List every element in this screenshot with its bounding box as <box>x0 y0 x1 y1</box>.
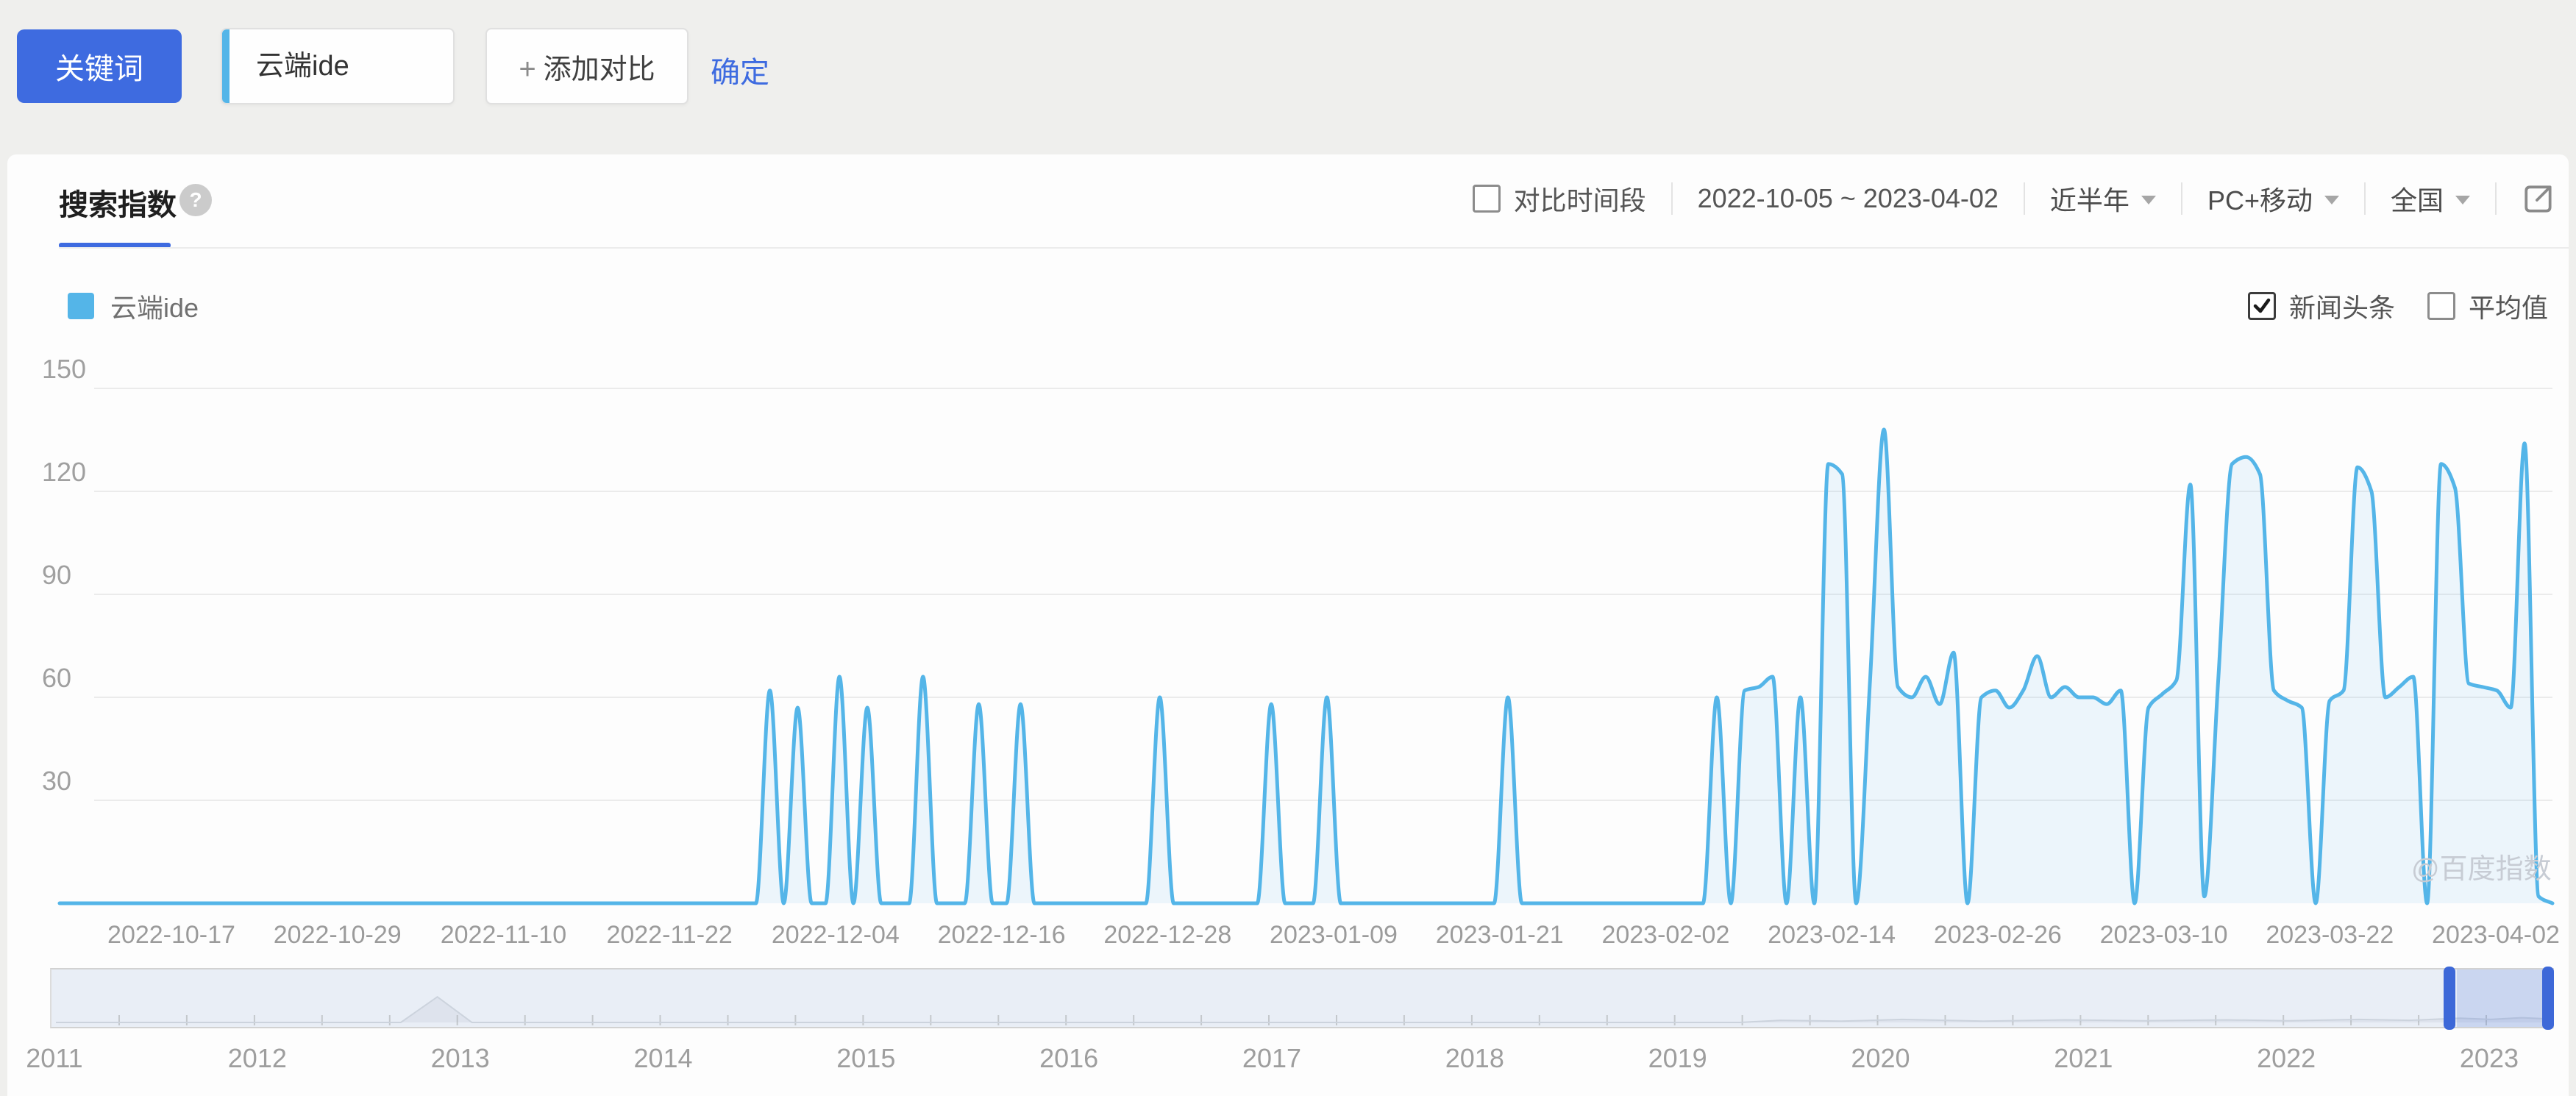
watermark: @百度指数 <box>2411 846 2552 886</box>
year-label: 2020 <box>1821 1043 1939 1074</box>
separator <box>2181 182 2182 215</box>
year-label: 2022 <box>2227 1043 2345 1074</box>
timeline-years: 2011201220132014201520162017201820192020… <box>7 1043 2569 1075</box>
year-label: 2023 <box>2430 1043 2548 1074</box>
keyword-input-value: 云端ide <box>256 29 349 103</box>
x-axis-label: 2023-03-10 <box>2100 921 2228 949</box>
period-dropdown-value: 近半年 <box>2050 179 2130 218</box>
x-axis-label: 2022-10-29 <box>274 921 402 949</box>
date-range[interactable]: 2022-10-05 ~ 2023-04-02 <box>1698 183 1999 214</box>
overlay-toggles: 新闻头条 平均值 <box>2248 287 2548 325</box>
add-compare-label: 添加对比 <box>544 54 655 85</box>
separator <box>2024 182 2025 215</box>
region-dropdown-value: 全国 <box>2391 179 2444 218</box>
keyword-input[interactable]: 云端ide <box>221 28 455 104</box>
plus-icon: + <box>519 53 536 85</box>
chevron-down-icon <box>2141 196 2156 204</box>
x-axis-label: 2023-01-09 <box>1270 921 1398 949</box>
average-checkbox[interactable]: 平均值 <box>2427 287 2548 325</box>
x-axis-label: 2022-11-22 <box>606 921 732 949</box>
chevron-down-icon <box>2455 196 2470 204</box>
platform-dropdown[interactable]: PC+移动 <box>2207 179 2339 218</box>
timeline-mini-chart <box>51 969 2552 1027</box>
y-axis-label: 30 <box>42 766 71 796</box>
year-label: 2018 <box>1416 1043 1534 1074</box>
checkbox-unchecked-icon <box>2427 292 2455 320</box>
x-axis-label: 2023-02-14 <box>1768 921 1896 949</box>
checkbox-checked-icon <box>2248 292 2276 320</box>
year-label: 2016 <box>1010 1043 1128 1074</box>
legend-swatch <box>68 293 94 319</box>
brush-handle-right[interactable] <box>2542 967 2554 1030</box>
year-label: 2015 <box>807 1043 925 1074</box>
year-label: 2013 <box>402 1043 519 1074</box>
y-axis-label: 150 <box>42 354 86 384</box>
year-label: 2021 <box>2024 1043 2142 1074</box>
x-axis-label: 2023-02-02 <box>1601 921 1729 949</box>
x-axis-label: 2022-12-28 <box>1103 921 1231 949</box>
x-axis-label: 2023-01-21 <box>1436 921 1564 949</box>
brush-sparkline-area <box>56 997 2552 1022</box>
timeline-brush[interactable] <box>50 968 2554 1028</box>
chart-controls: 对比时间段 2022-10-05 ~ 2023-04-02 近半年 PC+移动 … <box>1473 179 2555 218</box>
separator <box>2495 182 2497 215</box>
news-headlines-checkbox[interactable]: 新闻头条 <box>2248 287 2395 325</box>
year-label: 2017 <box>1213 1043 1331 1074</box>
x-axis-label: 2022-12-04 <box>772 921 900 949</box>
brush-handle-left[interactable] <box>2444 967 2455 1030</box>
header-divider <box>59 247 2569 249</box>
search-index-chart: 30 60 90 120 150 2022-10-17 2022-10-29 2022-11-… <box>7 324 2569 971</box>
y-axis-label: 60 <box>42 663 71 693</box>
year-label: 2011 <box>0 1043 113 1074</box>
x-axis-label: 2023-03-22 <box>2266 921 2394 949</box>
confirm-link[interactable]: 确定 <box>711 49 769 91</box>
keyword-button[interactable]: 关键词 <box>17 29 182 103</box>
brush-selection[interactable] <box>2457 969 2544 1027</box>
compare-period-label: 对比时间段 <box>1514 179 1646 218</box>
news-headlines-label: 新闻头条 <box>2289 287 2395 325</box>
separator <box>1671 182 1673 215</box>
legend-item[interactable]: 云端ide <box>68 287 199 325</box>
year-label: 2012 <box>199 1043 316 1074</box>
separator <box>2364 182 2366 215</box>
legend-label: 云端ide <box>110 287 199 325</box>
compare-period-checkbox[interactable]: 对比时间段 <box>1473 179 1646 218</box>
period-dropdown[interactable]: 近半年 <box>2050 179 2156 218</box>
y-axis-label: 90 <box>42 560 71 590</box>
export-icon[interactable] <box>2522 182 2555 216</box>
year-label: 2019 <box>1619 1043 1737 1074</box>
panel-title: 搜索指数 <box>59 181 177 224</box>
keyword-color-indicator <box>222 29 230 103</box>
x-axis-label: 2023-04-02 <box>2432 921 2560 949</box>
search-index-panel: 搜索指数 ? 对比时间段 2022-10-05 ~ 2023-04-02 近半年… <box>7 154 2569 1096</box>
average-label: 平均值 <box>2469 287 2548 325</box>
platform-dropdown-value: PC+移动 <box>2207 179 2313 218</box>
checkbox-unchecked-icon <box>1473 185 1501 213</box>
region-dropdown[interactable]: 全国 <box>2391 179 2470 218</box>
x-axis-label: 2022-12-16 <box>938 921 1066 949</box>
year-label: 2014 <box>604 1043 722 1074</box>
chevron-down-icon <box>2324 196 2339 204</box>
help-icon[interactable]: ? <box>179 184 212 216</box>
add-compare-button[interactable]: + 添加对比 <box>485 28 689 104</box>
y-axis-label: 120 <box>42 457 86 487</box>
x-axis-label: 2023-02-26 <box>1934 921 2062 949</box>
x-axis-label: 2022-10-17 <box>107 921 235 949</box>
x-axis-label: 2022-11-10 <box>441 921 566 949</box>
